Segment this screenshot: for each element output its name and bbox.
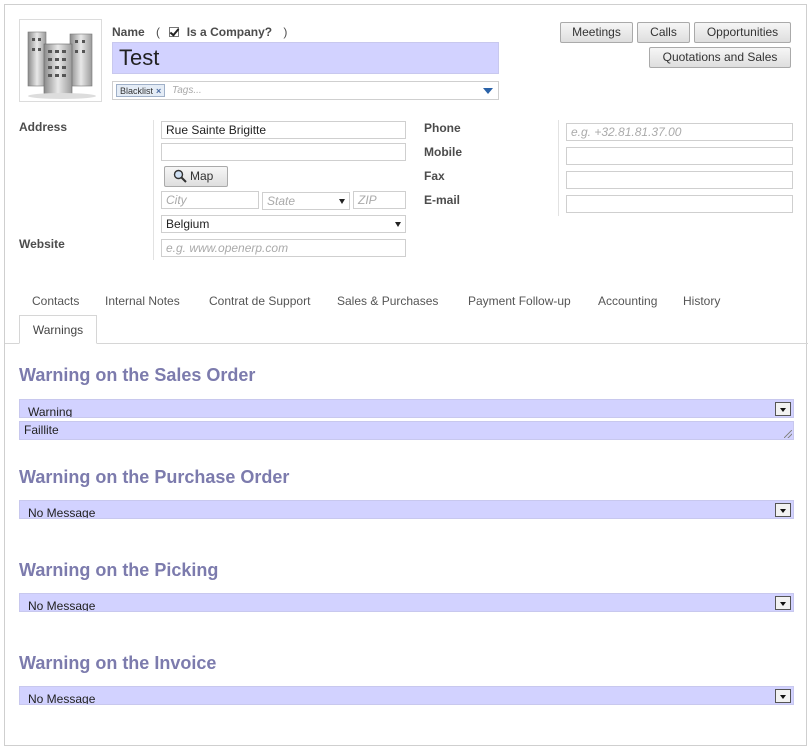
zip-input[interactable]: ZIP — [353, 191, 406, 209]
invoice-warning-select[interactable]: No Message — [19, 686, 794, 705]
partner-name-input[interactable]: Test — [112, 42, 499, 74]
state-placeholder: State — [267, 194, 296, 208]
purchase-warning-value: No Message — [28, 506, 96, 519]
quotations-button[interactable]: Quotations and Sales — [649, 47, 791, 68]
tab-internal-notes[interactable]: Internal Notes — [105, 294, 180, 308]
fax-input[interactable] — [566, 171, 793, 189]
tags-dropdown-icon[interactable] — [483, 88, 493, 94]
phone-label: Phone — [424, 121, 461, 135]
picking-warning-value: No Message — [28, 599, 96, 612]
meetings-button[interactable]: Meetings — [560, 22, 633, 43]
tab-sales-purchases[interactable]: Sales & Purchases — [337, 294, 438, 308]
invoice-warning-value: No Message — [28, 692, 96, 705]
tab-accounting[interactable]: Accounting — [598, 294, 657, 308]
sales-warning-value: Warning — [28, 405, 73, 418]
sales-warning-select[interactable]: Warning — [19, 399, 794, 418]
resize-handle-icon[interactable] — [784, 430, 792, 438]
is-company-label: Is a Company? — [186, 25, 273, 39]
sales-warning-message-text: Faillite — [24, 423, 59, 437]
country-select[interactable]: Belgium — [161, 215, 406, 233]
map-button[interactable]: Map — [164, 166, 228, 187]
state-dropdown-icon — [339, 199, 345, 204]
partner-form-sheet: Name ( Is a Company? ) Test Blacklist × T… — [4, 4, 808, 746]
contact-divider — [558, 120, 559, 216]
picking-warning-title: Warning on the Picking — [19, 560, 219, 580]
tag-chip: Blacklist × — [116, 84, 166, 97]
email-input[interactable] — [566, 195, 793, 213]
tab-payment-follow-up[interactable]: Payment Follow-up — [468, 294, 571, 308]
picking-warning-dropdown-icon — [775, 596, 791, 610]
map-button-label: Map — [190, 169, 214, 183]
picking-warning-select[interactable]: No Message — [19, 593, 794, 612]
phone-input[interactable]: e.g. +32.81.81.37.00 — [566, 123, 793, 141]
purchase-warning-select[interactable]: No Message — [19, 500, 794, 519]
tags-field[interactable]: Blacklist × Tags... — [112, 81, 499, 100]
email-label: E-mail — [424, 193, 461, 207]
website-input[interactable]: e.g. www.openerp.com — [161, 239, 406, 257]
mobile-input[interactable] — [566, 147, 793, 165]
fax-label: Fax — [424, 169, 445, 183]
mobile-label: Mobile — [424, 145, 462, 159]
sales-warning-dropdown-icon — [775, 402, 791, 416]
state-select[interactable]: State — [262, 192, 350, 210]
company-avatar[interactable] — [19, 19, 102, 102]
name-line: Name ( Is a Company? ) — [112, 25, 287, 39]
name-label: Name — [112, 25, 145, 39]
address-divider — [153, 120, 154, 260]
building-icon — [27, 31, 96, 99]
street2-input[interactable] — [161, 143, 406, 161]
sales-warning-title: Warning on the Sales Order — [19, 365, 256, 385]
magnifier-icon — [173, 169, 187, 183]
purchase-warning-title: Warning on the Purchase Order — [19, 467, 290, 487]
city-input[interactable]: City — [161, 191, 259, 209]
country-value: Belgium — [166, 217, 210, 231]
street-input[interactable]: Rue Sainte Brigitte — [161, 121, 406, 139]
close-paren: ) — [283, 25, 288, 39]
open-paren: ( — [156, 25, 161, 39]
tag-label: Blacklist — [120, 86, 154, 96]
tags-placeholder: Tags... — [172, 85, 202, 96]
tab-contacts[interactable]: Contacts — [32, 294, 79, 308]
address-label: Address — [19, 120, 68, 134]
tab-warnings[interactable]: Warnings — [19, 315, 97, 344]
country-dropdown-icon — [395, 222, 401, 227]
opportunities-button[interactable]: Opportunities — [694, 22, 791, 43]
purchase-warning-dropdown-icon — [775, 503, 791, 517]
tab-history[interactable]: History — [683, 294, 720, 308]
website-label: Website — [19, 237, 65, 251]
sales-warning-message[interactable]: Faillite — [19, 421, 794, 440]
calls-button[interactable]: Calls — [637, 22, 690, 43]
tag-remove-icon[interactable]: × — [156, 86, 161, 96]
tab-contrat-de-support[interactable]: Contrat de Support — [209, 294, 310, 308]
invoice-warning-dropdown-icon — [775, 689, 791, 703]
invoice-warning-title: Warning on the Invoice — [19, 653, 217, 673]
tab-underline — [5, 343, 808, 344]
is-company-checkbox[interactable] — [169, 27, 180, 37]
